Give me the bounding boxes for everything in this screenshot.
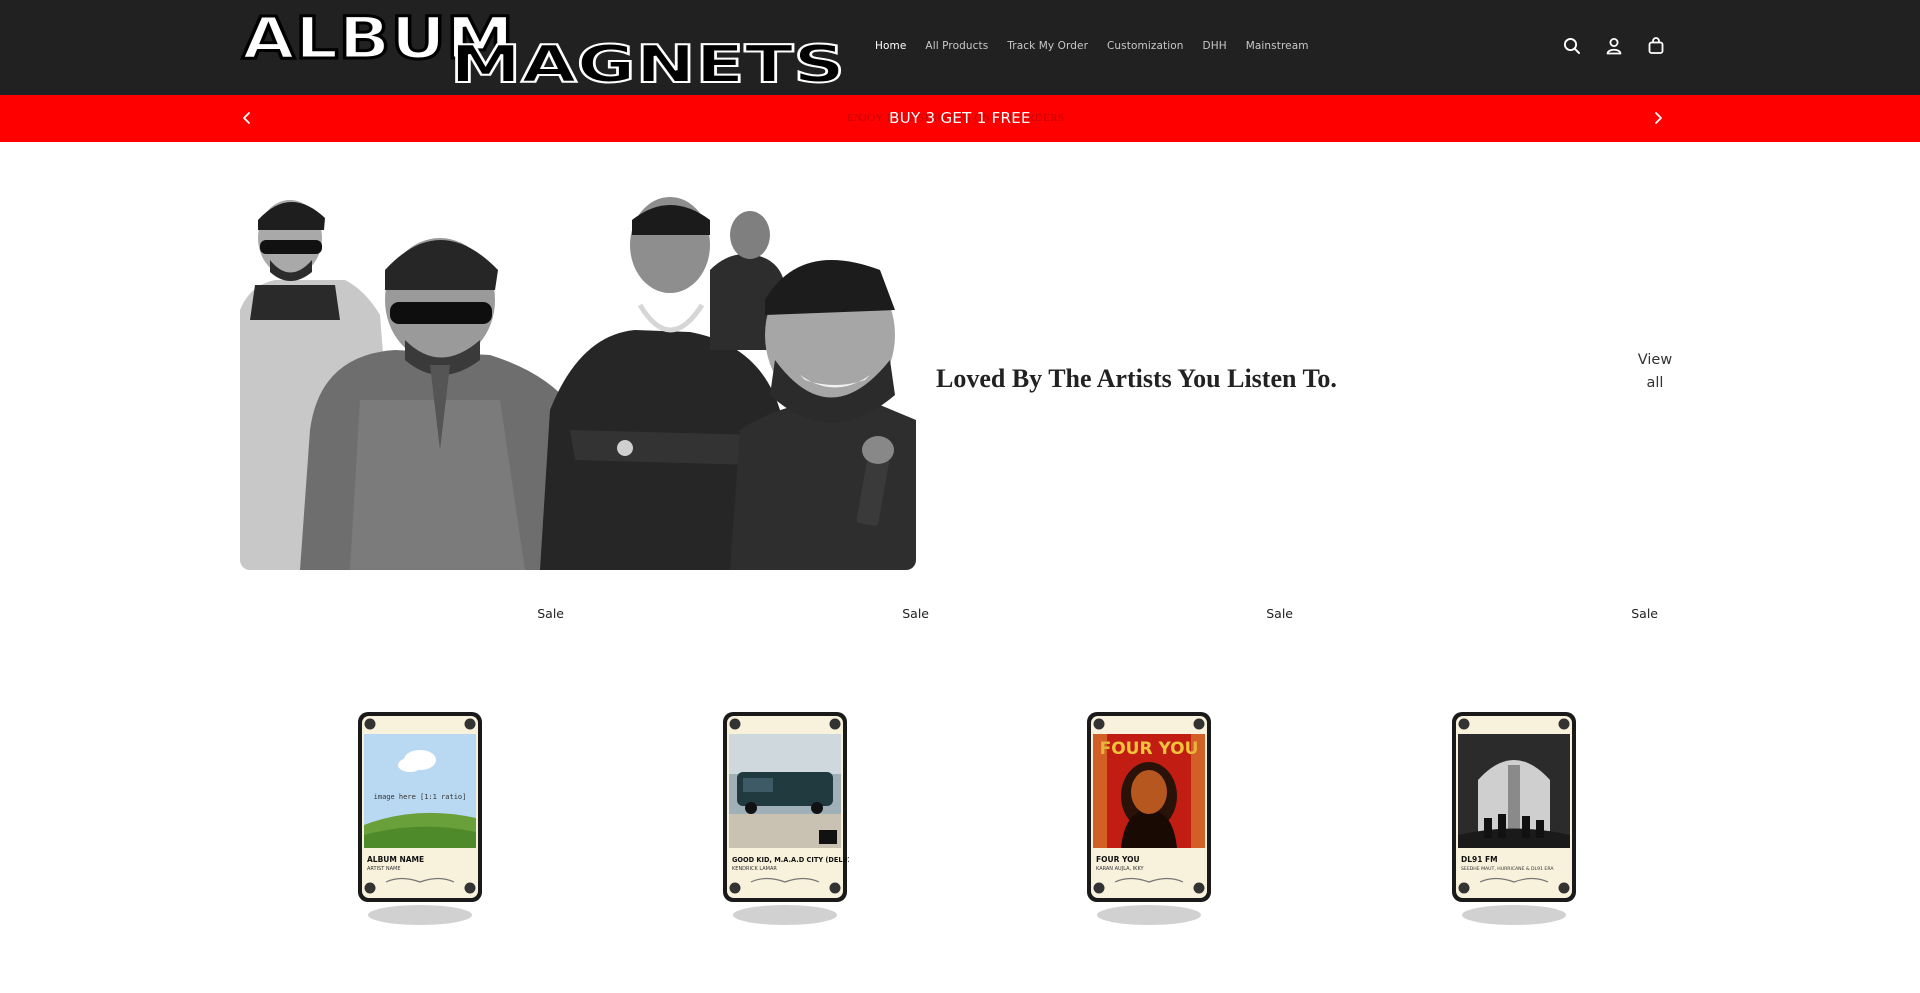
logo-wordmark: ALBUM MAGNETS [241, 10, 847, 86]
card-title: GOOD KID, M.A.A.D CITY (DELUXE) [732, 856, 849, 864]
search-icon[interactable] [1562, 36, 1582, 56]
hero-title: Loved By The Artists You Listen To. [936, 364, 1337, 393]
announcement-bar: ENJOY FREE SHIPPING ON ALL ORDERS BUY 3 … [0, 95, 1920, 142]
nav-mainstream[interactable]: Mainstream [1246, 40, 1309, 52]
sale-badge: Sale [1266, 606, 1293, 621]
view-all-link[interactable]: View all [1630, 349, 1680, 395]
view-all-line-1: View [1637, 352, 1673, 368]
announcement-text: BUY 3 GET 1 FREE [889, 109, 1031, 127]
card-title: ALBUM NAME [367, 855, 424, 864]
nav-track-my-order[interactable]: Track My Order [1007, 40, 1088, 52]
nav-home[interactable]: Home [875, 40, 906, 52]
product-image-2[interactable]: GOOD KID, M.A.A.D CITY (DELUXE) KENDRICK… [721, 710, 849, 930]
card-artist: KENDRICK LAMAR [732, 866, 777, 872]
nav-customization[interactable]: Customization [1107, 40, 1184, 52]
card-placeholder-text: image here [1:1 ratio] [374, 793, 467, 801]
site-header: ALBUM MAGNETS Home All Products Track My… [0, 0, 1920, 95]
product-image-3[interactable]: FOUR YOU FOUR YOU KARAN AUJLA, IKKY [1085, 710, 1213, 930]
logo-text-magnets: MAGNETS [450, 35, 845, 86]
view-all-line-2: all [1646, 375, 1664, 391]
product-card-4[interactable]: Sale DL91 FM SEEDHE MAUT, HURRICANE & DL… [1302, 600, 1666, 950]
card-artist: SEEDHE MAUT, HURRICANE & DL91 ERA [1461, 866, 1554, 872]
sale-badge: Sale [1631, 606, 1658, 621]
account-icon[interactable] [1604, 36, 1624, 56]
sale-badge: Sale [902, 606, 929, 621]
product-card-2[interactable]: Sale GOOD KID, M.A.A.D CITY (DELUXE) KEN… [573, 600, 937, 950]
cart-icon[interactable] [1646, 36, 1666, 56]
product-image-1[interactable]: image here [1:1 ratio] ALBUM NAME ARTIST… [356, 710, 484, 930]
card-artist: ARTIST NAME [367, 866, 401, 872]
main-nav: Home All Products Track My Order Customi… [875, 40, 1328, 52]
product-card-1[interactable]: Sale image here [1:1 ratio] ALBUM NAME A… [208, 600, 572, 950]
logo[interactable]: ALBUM MAGNETS [240, 10, 850, 86]
album-art-text: FOUR YOU [1100, 739, 1199, 759]
sale-badge: Sale [537, 606, 564, 621]
card-title: FOUR YOU [1096, 855, 1140, 864]
nav-all-products[interactable]: All Products [925, 40, 988, 52]
product-image-4[interactable]: DL91 FM SEEDHE MAUT, HURRICANE & DL91 ER… [1450, 710, 1578, 930]
product-card-3[interactable]: Sale FOUR YOU FOUR YOU KARAN AUJLA, IKKY [937, 600, 1301, 950]
chevron-right-icon[interactable] [1648, 107, 1668, 129]
artists-collage-image [240, 190, 916, 570]
card-title: DL91 FM [1461, 855, 1498, 864]
nav-dhh[interactable]: DHH [1203, 40, 1227, 52]
header-icons [1562, 36, 1666, 56]
card-artist: KARAN AUJLA, IKKY [1096, 866, 1145, 872]
